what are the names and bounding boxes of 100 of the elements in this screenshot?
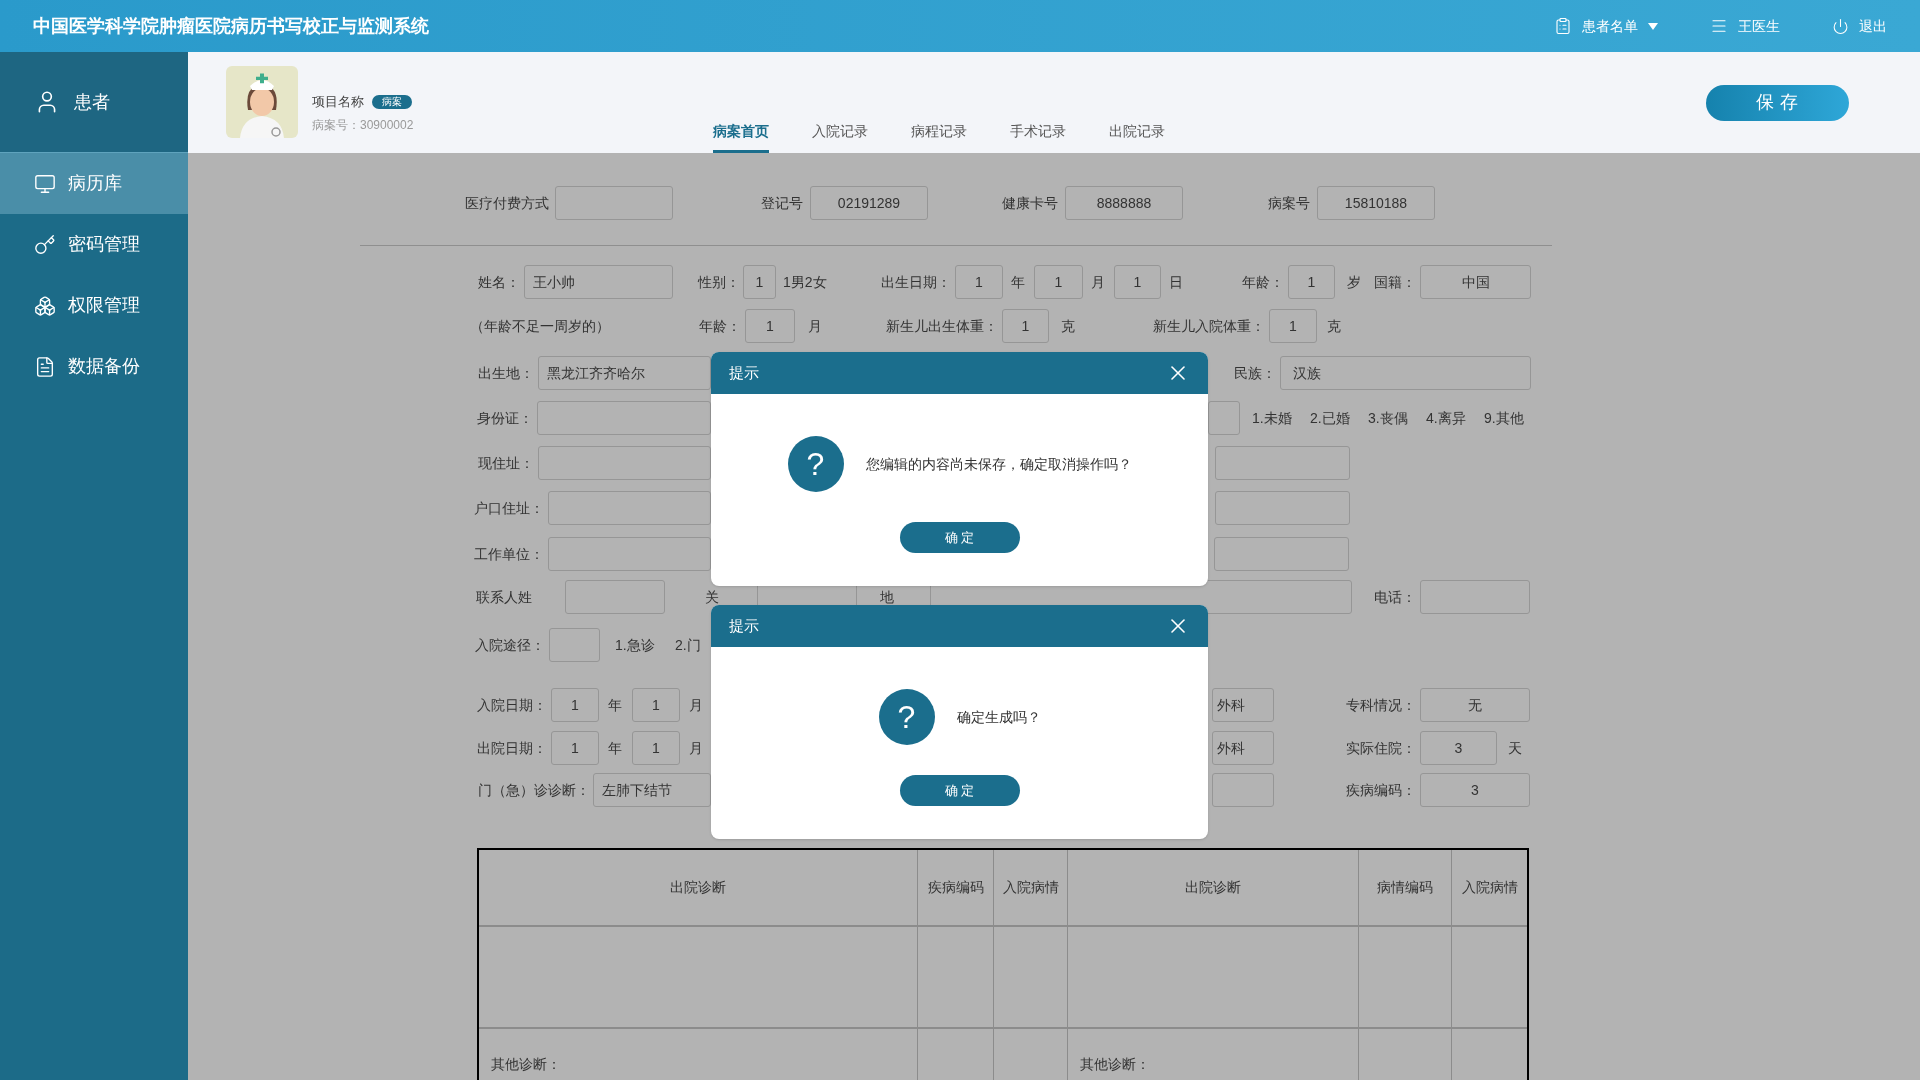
key-icon	[34, 233, 56, 256]
option-text: 克	[1325, 316, 1342, 336]
monitor-icon	[34, 172, 56, 195]
table-header-cell: 病情编码	[1359, 850, 1452, 925]
question-icon: ?	[787, 436, 844, 492]
option-text: 日	[1168, 272, 1184, 292]
record-number: 病案号：30900002	[312, 116, 414, 134]
app-title: 中国医学科学院肿瘤医院病历书写校正与监测系统	[33, 14, 429, 38]
cubes-icon	[34, 294, 56, 317]
sidebar-item[interactable]: 病历库	[0, 153, 188, 214]
option-text: 天	[1506, 738, 1523, 758]
confirm-button[interactable]: 确定	[899, 522, 1020, 553]
field-label: 专科情况：	[1345, 695, 1416, 715]
sidebar-item[interactable]: 数据备份	[0, 336, 188, 397]
dialog-message: 您编辑的内容尚未保存，确定取消操作吗？	[865, 454, 1132, 474]
power-icon	[1832, 17, 1849, 35]
input-field[interactable]: 1	[1114, 265, 1161, 299]
input-field[interactable]: 8888888	[1065, 186, 1183, 220]
field-label: 电话：	[1373, 587, 1416, 607]
option-text: 年	[607, 695, 623, 715]
input-field[interactable]: 1	[1288, 265, 1335, 299]
option-text: 4.离异	[1426, 408, 1467, 428]
field-label: 民族：	[1233, 363, 1276, 383]
document-icon	[34, 355, 56, 378]
option-text: 3.丧偶	[1368, 408, 1409, 428]
input-field[interactable]: 1	[632, 731, 680, 765]
input-field[interactable]: 1	[955, 265, 1003, 299]
field-label: 医疗付费方式	[464, 193, 549, 213]
table-header-cell: 出院诊断	[479, 850, 918, 925]
option-text: 月	[688, 695, 704, 715]
table-header-cell: 出院诊断	[1068, 850, 1359, 925]
option-text: 年	[1010, 272, 1026, 292]
input-field[interactable]: 1	[551, 731, 599, 765]
other-diagnosis-label: 其他诊断：	[491, 1054, 561, 1074]
option-text: （年龄不足一周岁的）	[470, 316, 611, 336]
confirm-button[interactable]: 确定	[899, 775, 1020, 806]
dialog-title: 提示	[729, 362, 759, 383]
other-diagnosis-label: 其他诊断：	[1080, 1054, 1150, 1074]
input-field[interactable]: 王小帅	[524, 265, 673, 299]
field-label: 入院途径：	[474, 635, 545, 655]
menu-icon	[1710, 17, 1728, 35]
question-icon: ?	[878, 689, 935, 745]
field-label: 身份证：	[476, 408, 533, 428]
table-header-cell: 疾病编码	[918, 850, 994, 925]
option-text: 年	[607, 738, 623, 758]
input-field[interactable]: 02191289	[810, 186, 928, 220]
option-text: 1男2女	[783, 272, 828, 292]
record-tab[interactable]: 出院记录	[1109, 121, 1166, 153]
sidebar-item[interactable]: 权限管理	[0, 275, 188, 336]
input-field[interactable]: 中国	[1420, 265, 1531, 299]
clipboard-icon	[1554, 17, 1572, 35]
record-tab[interactable]: 病程记录	[911, 121, 968, 153]
table-header-cell-text: 入院病情	[1460, 878, 1519, 897]
save-button[interactable]: 保存	[1706, 84, 1849, 121]
input-field[interactable]: 汉族	[1280, 356, 1531, 390]
record-badge: 病案	[372, 94, 412, 109]
input-field[interactable]: 1	[632, 688, 680, 722]
option-text: 月	[688, 738, 704, 758]
input-field[interactable]: 外科	[1212, 688, 1274, 722]
input-field[interactable]: 1	[1269, 309, 1317, 343]
input-field[interactable]: 1	[745, 309, 795, 343]
option-text: 1.未婚	[1252, 408, 1293, 428]
record-tab[interactable]: 入院记录	[812, 121, 869, 153]
input-field[interactable]: 3	[1420, 773, 1530, 807]
option-text: 2.门	[675, 635, 702, 655]
sidebar-header[interactable]: 患者	[0, 52, 188, 153]
field-label: 年龄：	[1241, 272, 1284, 292]
sidebar-item[interactable]: 密码管理	[0, 214, 188, 275]
input-field[interactable]: 1	[743, 265, 776, 299]
record-tab[interactable]: 手术记录	[1010, 121, 1067, 153]
field-label: 年龄：	[698, 316, 741, 336]
input-field[interactable]: 1	[1002, 309, 1049, 343]
input-field[interactable]: 黑龙江齐齐哈尔	[538, 356, 711, 390]
field-label: 健康卡号	[1001, 193, 1058, 213]
table-header-cell: 入院病情	[994, 850, 1068, 925]
input-field[interactable]: 外科	[1212, 731, 1274, 765]
input-field[interactable]: 1	[551, 688, 599, 722]
field-label: 登记号	[760, 193, 803, 213]
field-label: 新生儿出生体重：	[885, 316, 998, 336]
input-field[interactable]: 3	[1420, 731, 1497, 765]
caret-icon	[1648, 22, 1658, 30]
dialog-title: 提示	[729, 615, 759, 636]
dialog-message: 确定生成吗？	[956, 707, 1041, 727]
field-label: 门（急）诊诊断：	[477, 780, 590, 800]
option-text: 月	[807, 316, 823, 336]
option-text: 1.急诊	[615, 635, 656, 655]
field-label: 疾病编码：	[1345, 780, 1416, 800]
field-label: 国籍：	[1373, 272, 1416, 292]
field-label: 新生儿入院体重：	[1152, 316, 1265, 336]
option-text: 月	[1090, 272, 1106, 292]
field-label: 姓名：	[477, 272, 520, 292]
option-text: 联系人姓	[476, 587, 533, 607]
option-text: 地	[880, 587, 895, 607]
field-label: 出院日期：	[476, 738, 547, 758]
input-field[interactable]: 无	[1420, 688, 1530, 722]
input-field[interactable]: 1	[1034, 265, 1083, 299]
input-field[interactable]: 左肺下结节	[593, 773, 711, 807]
field-label: 户口住址：	[473, 498, 544, 518]
input-field[interactable]: 15810188	[1317, 186, 1435, 220]
project-name: 项目名称	[312, 93, 364, 111]
